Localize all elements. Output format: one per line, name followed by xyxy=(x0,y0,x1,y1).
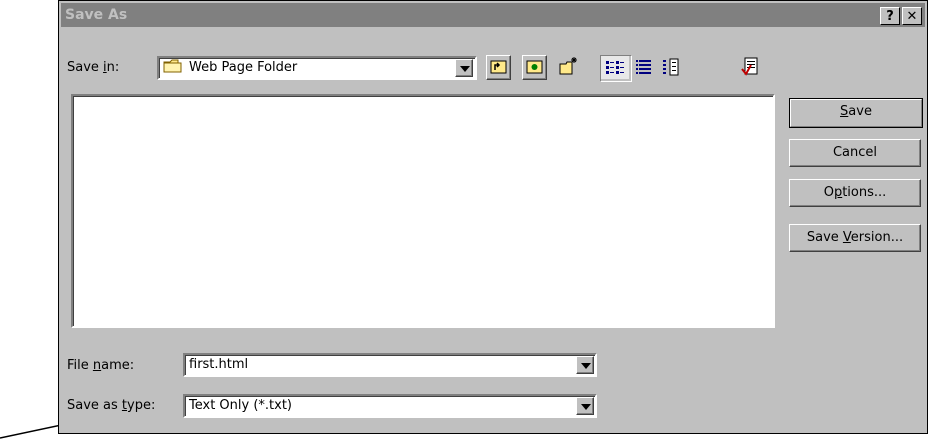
title-bar: Save As xyxy=(61,3,925,27)
save-in-combo[interactable]: Web Page Folder xyxy=(157,56,477,80)
save-version-button[interactable]: Save Version... xyxy=(789,224,921,252)
close-icon: ✕ xyxy=(906,9,918,24)
file-list-area[interactable] xyxy=(71,94,775,328)
create-new-folder-icon xyxy=(559,57,577,75)
properties-view-icon xyxy=(663,58,679,76)
file-name-dropdown-arrow[interactable] xyxy=(576,356,594,374)
list-view-icon xyxy=(601,56,629,79)
options-button[interactable]: Options... xyxy=(789,179,921,207)
commands-settings-button[interactable] xyxy=(739,55,764,80)
folder-icon xyxy=(163,59,182,73)
save-as-type-select[interactable]: Text Only (*.txt) xyxy=(183,394,597,418)
save-as-type-label: Save as type: xyxy=(67,398,156,413)
save-in-value: Web Page Folder xyxy=(189,60,298,75)
up-one-level-button[interactable] xyxy=(486,55,511,80)
save-in-label: Save in: xyxy=(67,60,120,75)
up-one-level-icon xyxy=(490,60,507,74)
save-as-dialog: Save As ? ✕ Save in: Web Page Folder Sav… xyxy=(58,0,928,434)
dialog-title: Save As xyxy=(65,7,128,23)
close-button[interactable]: ✕ xyxy=(902,7,922,25)
cancel-button[interactable]: Cancel xyxy=(789,139,921,167)
save-button[interactable]: Save xyxy=(789,98,923,128)
save-as-type-dropdown-arrow[interactable] xyxy=(576,397,594,415)
search-web-icon xyxy=(526,60,543,74)
save-in-dropdown-arrow[interactable] xyxy=(455,59,473,77)
search-web-button[interactable] xyxy=(522,55,547,80)
commands-settings-icon xyxy=(741,57,758,76)
file-name-input[interactable]: first.html xyxy=(183,353,597,377)
create-new-folder-button[interactable] xyxy=(557,55,582,80)
file-name-label: File name: xyxy=(67,358,135,373)
properties-view-button[interactable] xyxy=(659,55,684,80)
help-button[interactable]: ? xyxy=(880,7,900,25)
details-view-icon xyxy=(636,60,651,74)
details-view-button[interactable] xyxy=(632,55,657,80)
list-view-button[interactable] xyxy=(600,55,632,82)
